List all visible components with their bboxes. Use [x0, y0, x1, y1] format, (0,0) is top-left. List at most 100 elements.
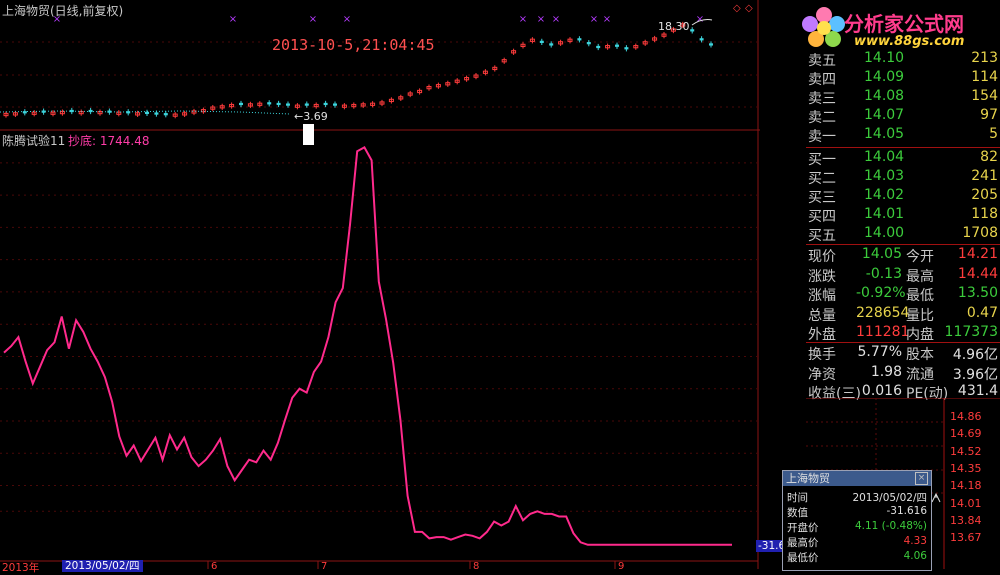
signal-marker: ×	[229, 14, 237, 25]
site-logo[interactable]: 分析家公式网 www.88gs.com	[798, 2, 1000, 52]
month-tick-label: 6	[211, 561, 217, 569]
signal-marker: ×	[309, 14, 317, 25]
stat-row: 现价 14.05 今开 14.21	[806, 246, 1000, 266]
bid-label: 买一	[808, 152, 836, 168]
candle-down	[267, 102, 272, 105]
candle-down	[239, 102, 243, 106]
candle-down	[539, 40, 544, 43]
candle-down	[596, 45, 601, 49]
popup-header[interactable]: 上海物贸 ×	[783, 471, 931, 486]
stat-row: 换手 5.77% 股本 4.96亿	[806, 344, 1000, 364]
cursor-date-tag: 2013/05/02/四	[62, 560, 143, 572]
stat-value: 14.44	[957, 265, 998, 282]
signal-marker: ×	[696, 14, 704, 25]
bid-price: 14.00	[864, 225, 905, 241]
stat-value: 5.77%	[857, 344, 902, 360]
ask-row[interactable]: 卖五 14.10 213	[806, 50, 1000, 69]
bid-volume: 1708	[962, 225, 998, 241]
bid-row[interactable]: 买三 14.02 205	[806, 187, 1000, 206]
ask-label: 卖三	[808, 91, 836, 107]
candle-down	[163, 113, 168, 116]
stat-value: 4.96亿	[952, 347, 998, 363]
bid-volume: 82	[980, 149, 998, 165]
ask-volume: 213	[971, 50, 998, 66]
stat-value: 228654	[856, 304, 910, 321]
bid-price: 14.02	[864, 187, 905, 203]
stat-label: 换手	[808, 347, 836, 363]
popup-value: -31.616	[886, 505, 927, 517]
popup-key: 最低价	[787, 552, 819, 564]
stat-value: 0.47	[966, 304, 998, 321]
bid-label: 买三	[808, 190, 836, 206]
ask-label: 卖四	[808, 72, 836, 88]
popup-key: 数值	[787, 507, 808, 519]
stat-value: 117373	[944, 324, 998, 340]
stat-label: 流通	[906, 366, 934, 383]
chart-area[interactable]: 15.010.005.00 ××××××××××◇◇ 3000275025002…	[0, 0, 800, 574]
stat-label: 净资	[808, 366, 836, 383]
stat-value: 13.50	[957, 285, 998, 301]
stat-value: -0.92%	[856, 285, 906, 301]
close-icon[interactable]: ×	[915, 472, 928, 485]
ask-price: 14.10	[864, 50, 905, 66]
ask-label: 卖二	[808, 110, 836, 126]
candle-down	[154, 112, 159, 115]
bid-row[interactable]: 买二 14.03 241	[806, 168, 1000, 187]
ask-volume: 97	[980, 107, 998, 123]
popup-value: 4.06	[903, 550, 927, 562]
ask-row[interactable]: 卖四 14.09 114	[806, 69, 1000, 88]
stat-row: 外盘 111281 内盘 117373	[806, 324, 1000, 344]
diamond-icon: ◇	[745, 3, 753, 14]
ask-price: 14.05	[864, 126, 905, 142]
stat-label: 内盘	[906, 327, 934, 343]
candle-down	[145, 111, 149, 115]
bid-row[interactable]: 买四 14.01 118	[806, 206, 1000, 225]
stat-value: 14.05	[861, 246, 902, 262]
candle-down	[709, 43, 713, 46]
ask-row[interactable]: 卖一 14.05 5	[806, 126, 1000, 145]
kline-chart[interactable]: 15.010.005.00 ××××××××××◇◇ 3000275025002…	[0, 0, 800, 572]
cursor-marker	[303, 124, 314, 145]
candle-down	[323, 102, 328, 106]
candle-down	[286, 103, 290, 106]
ask-volume: 154	[971, 88, 998, 104]
bid-row[interactable]: 买一 14.04 82	[806, 149, 1000, 168]
candle-down	[276, 102, 281, 106]
candle-down	[699, 38, 704, 41]
bid-price: 14.03	[864, 168, 905, 184]
ask-label: 卖一	[808, 129, 836, 145]
stat-label: 总量	[808, 307, 836, 324]
stat-row: 涨幅 -0.92% 最低 13.50	[806, 285, 1000, 305]
bid-label: 买四	[808, 209, 836, 225]
signal-marker: ×	[590, 14, 598, 25]
ask-row[interactable]: 卖二 14.07 97	[806, 107, 1000, 126]
indicator-name[interactable]: 陈腾试验11	[2, 132, 65, 149]
candle-down	[333, 103, 337, 106]
bid-row[interactable]: 买五 14.00 1708	[806, 225, 1000, 244]
popup-key: 时间	[787, 492, 808, 504]
stat-value: 3.96亿	[952, 366, 998, 383]
signal-marker: ×	[603, 14, 611, 25]
bid-volume: 241	[971, 168, 998, 184]
popup-row: 最高价 4.33	[783, 535, 931, 549]
popup-row: 开盘价 4.11 (-0.48%)	[783, 520, 931, 534]
ask-price: 14.08	[864, 88, 905, 104]
logo-name: 分析家公式网	[844, 12, 964, 36]
candle-down	[586, 42, 591, 45]
candle-down	[549, 43, 554, 46]
popup-value: 4.33	[903, 535, 927, 547]
stat-row: 总量 228654 量比 0.47	[806, 305, 1000, 325]
month-tick-label: 7	[321, 561, 327, 569]
candle-down	[304, 103, 309, 106]
stat-label: 量比	[906, 307, 934, 324]
ask-price: 14.07	[864, 107, 905, 123]
signal-marker: ×	[343, 14, 351, 25]
bid-price: 14.04	[864, 149, 905, 165]
info-popup[interactable]: 上海物贸 × 时间 2013/05/02/四 数值 -31.616 开盘价 4.11 (-…	[782, 470, 932, 571]
bid-label: 买二	[808, 171, 836, 187]
divider	[806, 342, 1000, 343]
year-label: 2013年	[2, 562, 40, 574]
popup-row: 最低价 4.06	[783, 550, 931, 564]
ask-row[interactable]: 卖三 14.08 154	[806, 88, 1000, 107]
stat-value: 1.98	[870, 363, 902, 380]
